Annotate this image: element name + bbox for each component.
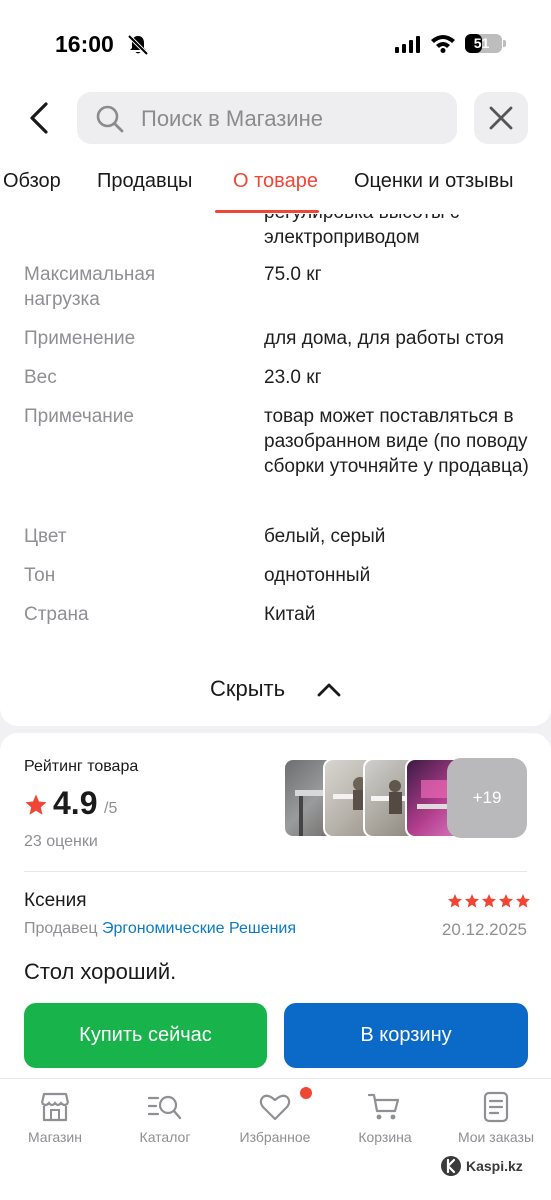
notification-dot (300, 1087, 312, 1099)
spec-label: Цвет (24, 526, 67, 547)
spec-value: однотонный (264, 565, 371, 586)
search-header: Поиск в Магазине (0, 80, 551, 160)
cart-icon (367, 1093, 400, 1120)
product-tabs: Обзор Продавцы О товаре Оценки и отзывы (0, 160, 551, 214)
specs-card: регулировка высоты с электроприводом Мак… (0, 214, 551, 726)
review-text: Стол хороший. (24, 959, 177, 984)
nav-label-orders: Мои заказы (457, 1129, 535, 1145)
star-icon (465, 894, 479, 908)
tab-overview[interactable]: Обзор (3, 170, 61, 193)
close-icon (489, 106, 513, 130)
hide-specs-label: Скрыть (210, 676, 286, 701)
seller-prefix: Продавец (24, 920, 98, 937)
tab-reviews[interactable]: Оценки и отзывы (354, 170, 514, 193)
spec-value: товар может поставляться в разобранном в… (264, 406, 529, 477)
rating-card: Рейтинг товара 4.9 /5 23 оценки +19 Ксен… (0, 733, 551, 1093)
star-icon (25, 794, 47, 815)
nav-item-store[interactable]: Магазин (0, 1091, 110, 1145)
spec-label: Страна (24, 604, 89, 625)
status-bar: 16:00 51 (0, 0, 551, 80)
store-icon (40, 1092, 70, 1122)
spec-label: Тон (24, 565, 56, 586)
kaspi-watermark: Kaspi.kz (440, 1155, 523, 1177)
bottom-nav: Магазин Каталог Избранное Корзина Мои за… (0, 1078, 551, 1200)
status-time: 16:00 (55, 31, 114, 57)
tab-about-product[interactable]: О товаре (233, 170, 318, 193)
spec-value-partial-line2: электроприводом (264, 227, 420, 248)
star-icon (448, 894, 462, 908)
spec-label: Примечание (24, 406, 134, 427)
spec-value-partial-line1: регулировка высоты с (264, 214, 534, 225)
nav-item-orders[interactable]: Мои заказы (441, 1091, 551, 1145)
seller-link[interactable]: Эргономические Решения (102, 920, 296, 937)
nav-label-cart: Корзина (358, 1129, 412, 1145)
spec-value: для дома, для работы стоя (264, 328, 504, 349)
star-icon (482, 894, 496, 908)
search-icon (96, 105, 124, 133)
review-seller: Продавец Эргономические Решения (24, 920, 296, 938)
review-author: Ксения (24, 890, 87, 911)
close-button[interactable] (474, 92, 528, 144)
spec-value: Китай (264, 604, 316, 625)
spec-value: белый, серый (264, 526, 386, 547)
review-stars (447, 893, 531, 909)
back-arrow-icon[interactable] (20, 98, 60, 138)
chevron-up-icon (317, 683, 341, 697)
watermark-text: Kaspi.kz (466, 1158, 523, 1174)
hide-specs-button[interactable]: Скрыть (0, 674, 551, 706)
nav-item-favorites[interactable]: Избранное (220, 1091, 330, 1145)
nav-label-catalog: Каталог (139, 1129, 191, 1145)
star-icon (516, 894, 530, 908)
spec-value: 75.0 кг (264, 264, 322, 285)
review-date: 20.12.2025 (441, 920, 527, 939)
search-input[interactable]: Поиск в Магазине (77, 92, 457, 144)
heart-icon (259, 1094, 291, 1121)
spec-label: Вес (24, 367, 57, 388)
nav-label-store: Магазин (27, 1129, 82, 1145)
rating-title: Рейтинг товара (24, 758, 139, 775)
orders-icon (483, 1091, 509, 1123)
wifi-icon (431, 35, 455, 53)
catalog-search-icon (147, 1095, 182, 1120)
kaspi-logo-icon (441, 1156, 461, 1176)
spec-label: Применение (24, 328, 136, 349)
tab-sellers[interactable]: Продавцы (97, 170, 192, 193)
divider (24, 871, 527, 872)
nav-item-catalog[interactable]: Каталог (110, 1091, 220, 1145)
battery-icon: 51 (465, 34, 506, 53)
nav-item-cart[interactable]: Корзина (330, 1091, 440, 1145)
rating-value: 4.9 (53, 785, 98, 821)
battery-level: 51 (473, 35, 490, 51)
spec-label: Максимальная нагрузка (24, 264, 156, 310)
review-photos[interactable]: +19 (283, 758, 527, 838)
buy-now-button[interactable]: Купить сейчас (24, 1003, 267, 1068)
rating-max: /5 (104, 800, 118, 817)
bell-off-icon (127, 34, 149, 56)
spec-value: 23.0 кг (264, 367, 322, 388)
cell-signal-icon (395, 36, 420, 53)
star-icon (499, 894, 513, 908)
rating-count: 23 оценки (24, 833, 98, 850)
search-placeholder: Поиск в Магазине (141, 106, 323, 131)
nav-label-favorites: Избранное (239, 1129, 311, 1145)
more-photos-button[interactable]: +19 (447, 758, 527, 838)
add-to-cart-button[interactable]: В корзину (284, 1003, 528, 1068)
active-tab-indicator (215, 210, 319, 213)
